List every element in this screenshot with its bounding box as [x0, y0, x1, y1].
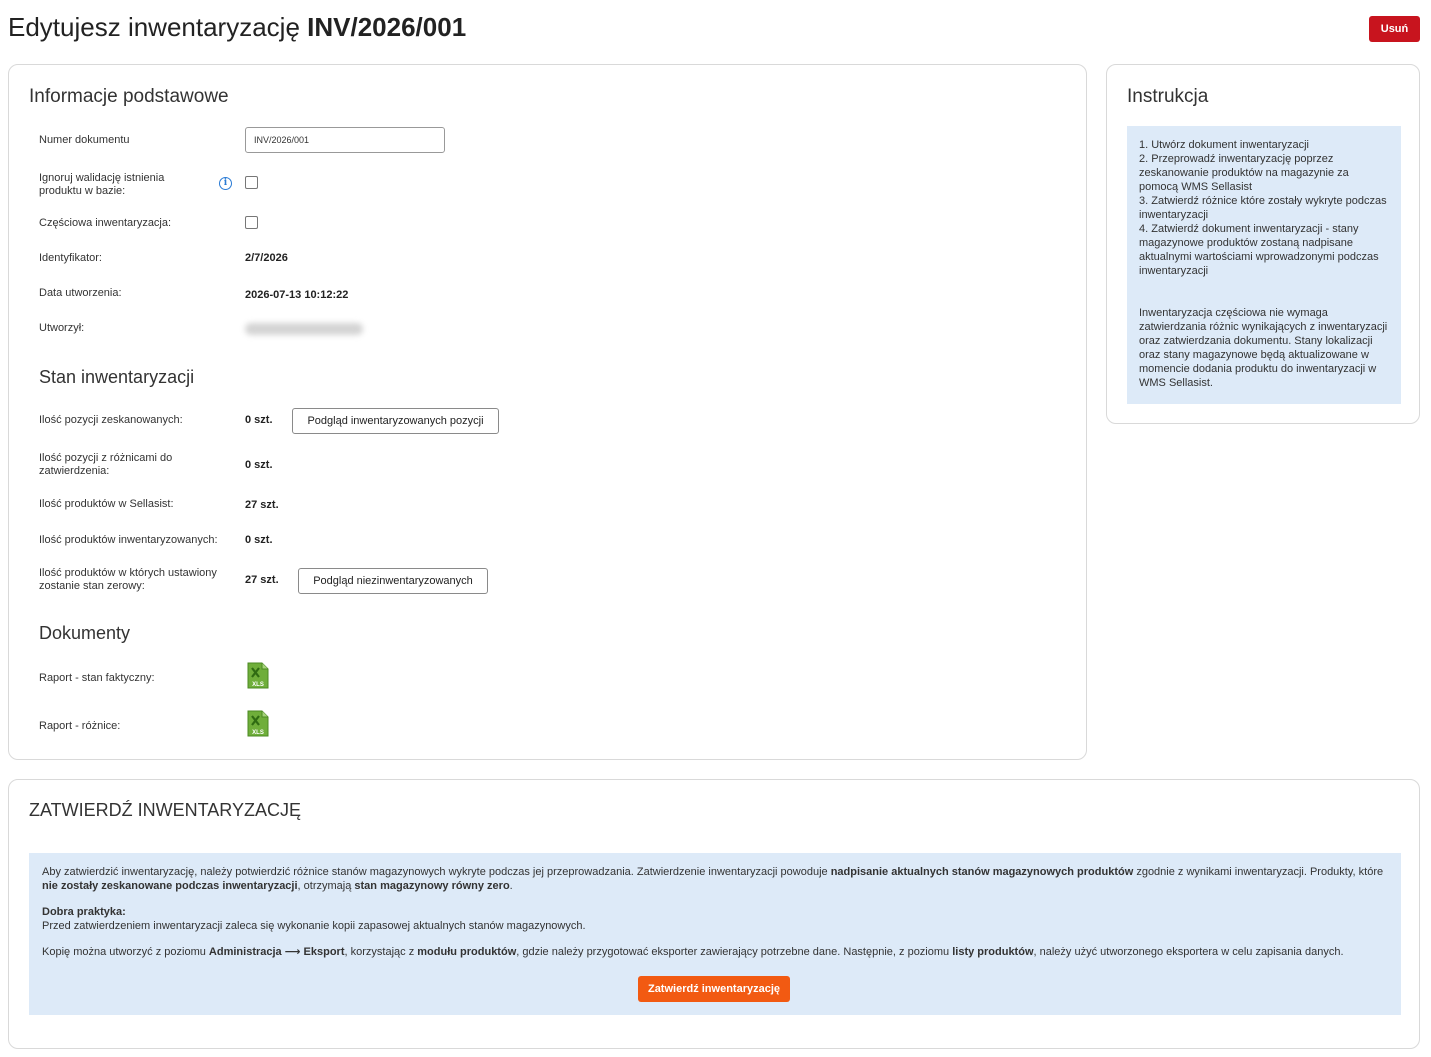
status-title: Stan inwentaryzacji: [39, 367, 195, 387]
instruction-step: 1. Utwórz dokument inwentaryzacji: [1139, 139, 1309, 151]
diff-value: 0 szt.: [245, 459, 273, 471]
inventoried-value: 0 szt.: [245, 534, 273, 546]
doc-number-label: Numer dokumentu: [39, 134, 130, 146]
partial-checkbox[interactable]: [245, 216, 258, 229]
scanned-value: 0 szt.: [245, 414, 273, 426]
good-practice-text: Przed zatwierdzeniem inwentaryzacji zale…: [42, 920, 586, 932]
doc-number-row: Numer dokumentu: [39, 127, 1039, 157]
info-icon[interactable]: i: [219, 177, 232, 190]
preview-uninventoried-button[interactable]: Podgląd niezinwentaryzowanych: [298, 568, 488, 594]
instructions-box: 1. Utwórz dokument inwentaryzacji 2. Prz…: [1127, 126, 1401, 404]
preview-scanned-button[interactable]: Podgląd inwentaryzowanych pozycji: [292, 408, 499, 434]
instructions-card: Instrukcja 1. Utwórz dokument inwentaryz…: [1106, 64, 1420, 424]
inventoried-row: Ilość produktów inwentaryzowanych: 0 szt…: [39, 534, 1039, 564]
instruction-step: 2. Przeprowadź inwentaryzację poprzez ze…: [1139, 153, 1349, 193]
identifier-label: Identyfikator:: [39, 252, 102, 264]
basic-info-card: Informacje podstawowe Numer dokumentu Ig…: [8, 64, 1087, 760]
page-title: Edytujesz inwentaryzację INV/2026/001: [8, 12, 466, 43]
created-label: Data utworzenia:: [39, 287, 122, 299]
author-row: Utworzył:: [39, 322, 1039, 352]
xls-file-icon[interactable]: XLS: [247, 662, 269, 689]
good-practice-label: Dobra praktyka:: [42, 906, 126, 918]
created-row: Data utworzenia: 2026-07-13 10:12:22: [39, 287, 1039, 317]
instructions-title: Instrukcja: [1127, 86, 1209, 107]
xls-file-icon[interactable]: XLS: [247, 710, 269, 737]
ignore-validation-checkbox[interactable]: [245, 176, 258, 189]
delete-button[interactable]: Usuń: [1369, 16, 1420, 42]
xls-icon-text: XLS: [252, 682, 264, 688]
report-actual-row: Raport - stan faktyczny: XLS: [39, 662, 1039, 692]
diff-label: Ilość pozycji z różnicami do zatwierdzen…: [39, 452, 173, 477]
author-label: Utworzył:: [39, 322, 85, 334]
basic-info-title: Informacje podstawowe: [29, 86, 229, 107]
confirm-info-box: Aby zatwierdzić inwentaryzację, należy p…: [29, 853, 1401, 1015]
confirm-title: ZATWIERDŹ INWENTARYZACJĘ: [29, 800, 301, 820]
report-actual-label: Raport - stan faktyczny:: [39, 672, 155, 684]
instruction-step: 3. Zatwierdź różnice które zostały wykry…: [1139, 195, 1387, 221]
identifier-value: 2/7/2026: [245, 252, 288, 264]
doc-number-input[interactable]: [245, 127, 445, 153]
sellasist-value: 27 szt.: [245, 499, 279, 511]
confirm-paragraph-1: Aby zatwierdzić inwentaryzację, należy p…: [42, 866, 1384, 892]
partial-label: Częściowa inwentaryzacja:: [39, 217, 172, 229]
sellasist-row: Ilość produktów w Sellasist: 27 szt.: [39, 498, 1039, 528]
ignore-validation-row: Ignoruj walidację istnienia produktu w b…: [39, 171, 1039, 201]
confirm-card: ZATWIERDŹ INWENTARYZACJĘ Aby zatwierdzić…: [8, 779, 1420, 1049]
partial-note: Inwentaryzacja częściowa nie wymaga zatw…: [1139, 307, 1388, 389]
documents-title: Dokumenty: [39, 623, 131, 643]
zero-stock-value: 27 szt.: [245, 574, 279, 586]
zero-stock-row: Ilość produktów w których ustawiony zost…: [39, 567, 1039, 597]
diff-row: Ilość pozycji z różnicami do zatwierdzen…: [39, 452, 1039, 482]
created-value: 2026-07-13 10:12:22: [245, 289, 349, 301]
inventoried-label: Ilość produktów inwentaryzowanych:: [39, 534, 218, 546]
xls-icon-text: XLS: [252, 730, 264, 736]
page-title-doc-number: INV/2026/001: [307, 12, 467, 42]
instruction-step: 4. Zatwierdź dokument inwentaryzacji - s…: [1139, 223, 1379, 277]
scanned-label: Ilość pozycji zeskanowanych:: [39, 414, 183, 426]
zero-stock-label: Ilość produktów w których ustawiony zost…: [39, 567, 217, 592]
page-title-prefix: Edytujesz inwentaryzację: [8, 12, 300, 42]
author-value-redacted: [245, 323, 363, 335]
report-diff-row: Raport - różnice: XLS: [39, 710, 1039, 740]
report-diff-label: Raport - różnice:: [39, 720, 121, 732]
ignore-validation-label: Ignoruj walidację istnienia produktu w b…: [39, 172, 165, 197]
scanned-row: Ilość pozycji zeskanowanych: 0 szt. Podg…: [39, 408, 1039, 438]
confirm-paragraph-3: Kopię można utworzyć z poziomu Administr…: [42, 946, 1344, 958]
identifier-row: Identyfikator: 2/7/2026: [39, 252, 1039, 282]
partial-row: Częściowa inwentaryzacja:: [39, 215, 1039, 245]
confirm-inventory-button[interactable]: Zatwierdź inwentaryzację: [638, 976, 790, 1002]
sellasist-label: Ilość produktów w Sellasist:: [39, 498, 174, 510]
